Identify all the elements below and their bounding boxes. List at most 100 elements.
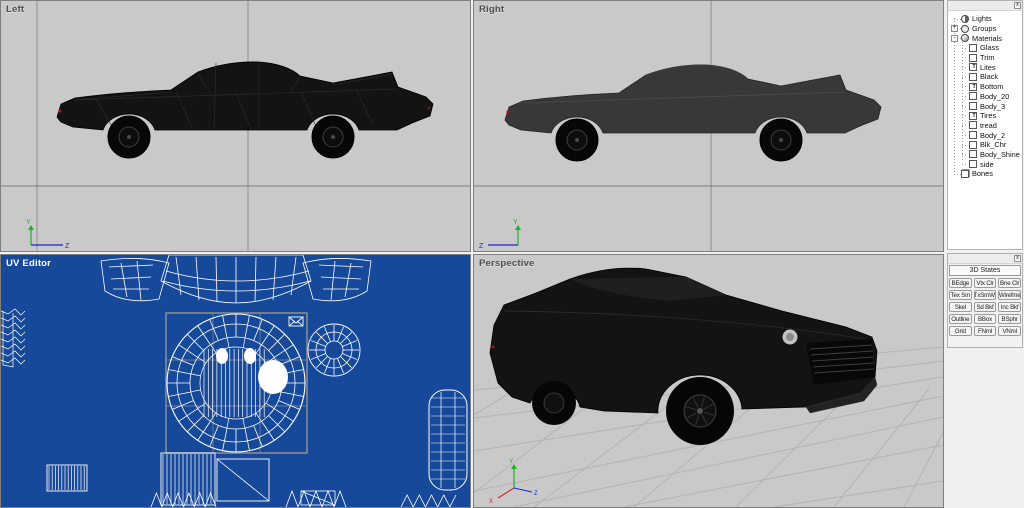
tree-item-icon <box>969 121 977 129</box>
front-light-dot <box>506 110 509 113</box>
car-model-perspective[interactable] <box>490 268 877 445</box>
tree-item[interactable]: Body_Shine <box>948 150 1022 160</box>
tree-item-label: Groups <box>972 24 996 33</box>
tree-item-label: Body_2 <box>980 131 1005 140</box>
states-panel-titlebar[interactable]: x <box>948 254 1022 264</box>
tree-item[interactable]: side <box>948 159 1022 169</box>
viewport-right[interactable]: Right Y <box>473 0 944 252</box>
tree-item[interactable]: tread <box>948 121 1022 131</box>
viewport-uv-editor[interactable]: UV Editor <box>0 254 471 508</box>
tree-item[interactable]: Lights <box>948 14 1022 24</box>
axis-y-label: Y <box>509 458 514 465</box>
state-toggle-button[interactable]: Outline <box>949 314 972 324</box>
viewport-left[interactable]: Left <box>0 0 471 252</box>
tree-item-icon <box>969 73 977 81</box>
tree-item-label: Black <box>980 72 998 81</box>
tree-item[interactable]: Body_20 <box>948 92 1022 102</box>
state-toggle-button[interactable]: Vtx Clr <box>974 278 997 288</box>
tree-item-icon <box>961 15 969 23</box>
headlight-inner <box>786 333 794 341</box>
tree-item-icon <box>969 131 977 139</box>
rear-light-dot <box>428 107 431 110</box>
tree-item-label: Body_Shine <box>980 150 1020 159</box>
uv-envelope-icon[interactable] <box>289 317 303 326</box>
state-toggle-button[interactable]: BEdge <box>949 278 972 288</box>
axis-z-label: Z <box>65 243 70 250</box>
viewport-perspective[interactable]: Perspective <box>473 254 944 508</box>
tree-item-label: Bottom <box>980 82 1003 91</box>
tree-item[interactable]: Body_3 <box>948 101 1022 111</box>
tree-item-icon: T <box>969 63 977 71</box>
state-toggle-button[interactable]: BBox <box>974 314 997 324</box>
axis-gizmo: Y X Z <box>489 458 538 505</box>
tree-item[interactable]: Blk_Chr <box>948 140 1022 150</box>
tree-item[interactable]: Bones <box>948 169 1022 179</box>
tree-item-label: Materials <box>972 34 1002 43</box>
app-window: Left <box>0 0 1024 508</box>
state-toggle-button[interactable]: Wirefme <box>998 290 1021 300</box>
tree-item[interactable]: T Tires <box>948 111 1022 121</box>
uv-island-hub[interactable] <box>308 324 360 376</box>
viewport-perspective-canvas: Y X Z <box>474 255 943 507</box>
tree-item-icon <box>969 150 977 158</box>
tree-item-icon <box>969 54 977 62</box>
state-toggle-button[interactable]: Grid <box>949 326 972 336</box>
tree-item[interactable]: Glass <box>948 43 1022 53</box>
uv-editor-canvas <box>1 255 470 507</box>
axis-gizmo: Y Z <box>479 219 521 250</box>
tree-item-icon: T <box>969 83 977 91</box>
tree-item[interactable]: + Groups <box>948 24 1022 34</box>
tree-item-label: Glass <box>980 43 999 52</box>
scene-panel-titlebar[interactable]: x <box>948 1 1022 11</box>
tree-item-icon <box>969 44 977 52</box>
tree-item-icon <box>969 102 977 110</box>
viewport-uv-label: UV Editor <box>6 258 51 269</box>
tail-light-dot <box>492 346 495 349</box>
tree-expander-icon[interactable]: + <box>951 25 958 32</box>
tree-item-label: Tires <box>980 111 996 120</box>
car-model-side-left[interactable] <box>57 62 433 158</box>
tree-item[interactable]: T Lites <box>948 62 1022 72</box>
car-model-side-right[interactable] <box>505 65 881 161</box>
uv-island-top[interactable] <box>101 255 371 303</box>
scene-tree-panel: x Lights + Groups <box>947 0 1023 250</box>
tree-item[interactable]: - Materials <box>948 33 1022 43</box>
scene-tree: Lights + Groups - Materials <box>948 11 1022 249</box>
state-toggle-button[interactable]: BSphr <box>998 314 1021 324</box>
tree-item[interactable]: Body_2 <box>948 130 1022 140</box>
close-icon[interactable]: x <box>1014 2 1021 9</box>
state-toggle-button[interactable]: Bne Clr <box>998 278 1021 288</box>
viewport-right-canvas: Y Z <box>474 1 943 251</box>
state-toggle-button[interactable]: Inc Bkf <box>998 302 1021 312</box>
close-icon[interactable]: x <box>1014 255 1021 262</box>
state-toggle-button[interactable]: FNml <box>974 326 997 336</box>
tree-item[interactable]: Trim <box>948 53 1022 63</box>
tree-item-icon <box>969 92 977 100</box>
state-toggle-button[interactable]: Sd Bkf <box>974 302 997 312</box>
right-sidebar: x Lights + Groups <box>946 0 1024 508</box>
axis-z-label: Z <box>534 491 538 497</box>
tree-item[interactable]: Black <box>948 72 1022 82</box>
viewport-perspective-label: Perspective <box>479 258 535 269</box>
axis-y-label: Y <box>26 219 31 226</box>
tree-item-label: Bones <box>972 169 993 178</box>
tree-item-label: Blk_Chr <box>980 140 1006 149</box>
tree-item-icon <box>969 141 977 149</box>
states-panel-title: 3D States <box>949 265 1021 276</box>
state-toggle-button[interactable]: VNml <box>998 326 1021 336</box>
axis-z-label: Z <box>479 243 484 250</box>
uv-island-tall[interactable] <box>429 390 467 490</box>
state-toggle-button[interactable]: Skel <box>949 302 972 312</box>
state-toggle-button[interactable]: TxSmWt <box>974 290 997 300</box>
uv-island-scribbles[interactable] <box>1 309 25 367</box>
front-light-dot <box>58 109 61 112</box>
axis-x-label: X <box>489 499 493 505</box>
tree-expander-icon[interactable]: - <box>951 35 958 42</box>
viewport-left-canvas: Y Z <box>1 1 470 251</box>
tree-item[interactable]: T Bottom <box>948 82 1022 92</box>
tree-item-icon <box>961 170 969 178</box>
uv-island-wheel[interactable] <box>167 314 305 452</box>
uv-island-striped-small[interactable] <box>47 465 87 491</box>
state-toggle-button[interactable]: Tex Sm <box>949 290 972 300</box>
tree-item-label: Trim <box>980 53 995 62</box>
